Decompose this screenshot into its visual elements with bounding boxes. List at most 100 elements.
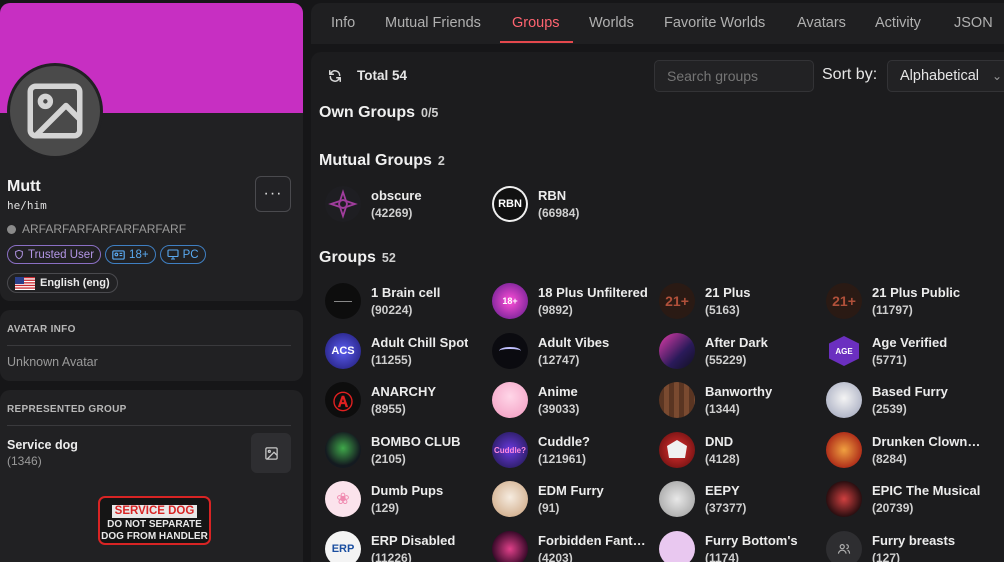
- pronouns: he/him: [7, 199, 47, 212]
- drunken-clown-group-icon: [826, 432, 862, 468]
- group-item[interactable]: EPIC The Musical (20739): [826, 479, 991, 519]
- divider: [7, 345, 291, 346]
- sort-label: Sort by:: [822, 66, 878, 83]
- group-item[interactable]: BOMBO CLUB (2105): [325, 430, 490, 470]
- tab-groups[interactable]: Groups: [512, 15, 560, 31]
- group-item[interactable]: EEPY (37377): [659, 479, 824, 519]
- group-item[interactable]: AGE Age Verified (5771): [826, 331, 991, 371]
- group-item[interactable]: After Dark (55229): [659, 331, 824, 371]
- forbidden-fantasy-group-icon: [492, 531, 528, 562]
- bombo-club-group-icon: [325, 432, 361, 468]
- anarchy-group-icon: Ⓐ: [325, 382, 361, 418]
- own-groups-heading: Own Groups 0/5: [319, 104, 439, 121]
- group-item[interactable]: 18+ 18 Plus Unfiltered (9892): [492, 281, 657, 321]
- users-icon: [826, 531, 862, 562]
- avatar-info-label: AVATAR INFO: [7, 324, 76, 335]
- brain-cell-group-icon: [325, 283, 361, 319]
- erp-disabled-group-icon: ERP: [325, 531, 361, 562]
- status-line: ARFARFARFARFARFARFARF: [7, 222, 186, 236]
- mutual-groups-heading: Mutual Groups 2: [319, 152, 445, 169]
- represented-group-label: REPRESENTED GROUP: [7, 404, 127, 415]
- user-name: Mutt: [7, 178, 41, 195]
- id-card-icon: [112, 249, 125, 260]
- tab-info[interactable]: Info: [331, 15, 355, 31]
- avatar[interactable]: [7, 63, 103, 159]
- group-item[interactable]: ACS Adult Chill Spot (11255): [325, 331, 490, 371]
- tab-activity[interactable]: Activity: [875, 15, 921, 31]
- adult-vibes-group-icon: [492, 333, 528, 369]
- tab-worlds[interactable]: Worlds: [589, 15, 634, 31]
- after-dark-group-icon: [659, 333, 695, 369]
- epic-musical-group-icon: [826, 481, 862, 517]
- language-chip: English (eng): [7, 273, 118, 293]
- shield-icon: [15, 249, 23, 260]
- group-item[interactable]: Furry Bottom's (1174): [659, 529, 824, 562]
- avatar-info-card: AVATAR INFO Unknown Avatar: [0, 310, 303, 381]
- avatar-name: Unknown Avatar: [7, 355, 98, 369]
- represented-group-name[interactable]: Service dog: [7, 438, 78, 452]
- furry-bottoms-group-icon: [659, 531, 695, 562]
- tab-json[interactable]: JSON: [954, 15, 993, 31]
- represented-group-card: REPRESENTED GROUP Service dog (1346) SER…: [0, 390, 303, 562]
- group-item[interactable]: Forbidden Fant… (4203): [492, 529, 657, 562]
- group-item[interactable]: Anime (39033): [492, 380, 657, 420]
- groups-heading: Groups 52: [319, 249, 396, 266]
- anime-group-icon: [492, 382, 528, 418]
- group-item[interactable]: 1 Brain cell (90224): [325, 281, 490, 321]
- group-item[interactable]: Banworthy (1344): [659, 380, 824, 420]
- group-item[interactable]: 21+ 21 Plus (5163): [659, 281, 824, 321]
- sort-select[interactable]: Alphabetical ⌄: [887, 60, 1004, 92]
- group-item[interactable]: DND (4128): [659, 430, 824, 470]
- group-item[interactable]: Cuddle? Cuddle? (121961): [492, 430, 657, 470]
- group-item[interactable]: ❀ Dumb Pups (129): [325, 479, 490, 519]
- us-flag-icon: [15, 276, 35, 290]
- view-image-button[interactable]: [251, 433, 291, 473]
- banworthy-group-icon: [659, 382, 695, 418]
- group-item[interactable]: ERP ERP Disabled (11226): [325, 529, 490, 562]
- represented-group-count: (1346): [7, 454, 42, 468]
- rbn-group-icon: RBN: [492, 186, 528, 222]
- image-placeholder-icon: [27, 83, 83, 139]
- group-item[interactable]: Furry breasts (127): [826, 529, 991, 562]
- trusted-user-badge: Trusted User: [7, 245, 102, 264]
- group-item[interactable]: Based Furry (2539): [826, 380, 991, 420]
- 21-plus-public-group-icon: 21+: [826, 283, 862, 319]
- cuddle-group-icon: Cuddle?: [492, 432, 528, 468]
- 21-plus-group-icon: 21+: [659, 283, 695, 319]
- groups-panel: Total 54 Sort by: Alphabetical ⌄ Own Gro…: [311, 52, 1004, 562]
- tab-avatars[interactable]: Avatars: [797, 15, 846, 31]
- edm-furry-group-icon: [492, 481, 528, 517]
- based-furry-group-icon: [826, 382, 862, 418]
- search-groups-input[interactable]: [654, 60, 814, 92]
- age-verified-group-icon: AGE: [826, 333, 862, 369]
- status-text: ARFARFARFARFARFARFARF: [22, 222, 187, 236]
- image-icon: [264, 446, 278, 460]
- adult-chill-spot-group-icon: ACS: [325, 333, 361, 369]
- paw-icon: ❀: [325, 481, 361, 517]
- group-item[interactable]: 21+ 21 Plus Public (11797): [826, 281, 991, 321]
- profile-card: Mutt he/him ··· ARFARFARFARFARFARFARF Tr…: [0, 3, 303, 301]
- status-dot-icon: [7, 224, 16, 234]
- divider: [7, 425, 291, 426]
- platform-badge: PC: [159, 245, 206, 264]
- dnd-group-icon: [659, 432, 695, 468]
- tab-favorite-worlds[interactable]: Favorite Worlds: [664, 15, 765, 31]
- group-item[interactable]: Drunken Clown… (8284): [826, 430, 991, 470]
- group-item[interactable]: RBN RBN (66984): [492, 184, 657, 224]
- badge-row: Trusted User 18+ PC: [7, 245, 206, 264]
- age-verified-badge: 18+: [105, 245, 156, 264]
- tab-bar: Info Mutual Friends Groups Worlds Favori…: [311, 3, 1004, 44]
- group-item[interactable]: obscure (42269): [325, 184, 490, 224]
- monitor-icon: [167, 249, 179, 260]
- obscure-group-icon: [325, 186, 361, 222]
- tab-mutual-friends[interactable]: Mutual Friends: [385, 15, 481, 31]
- service-dog-patch-image[interactable]: SERVICE DOG DO NOT SEPARATE DOG FROM HAN…: [98, 496, 211, 545]
- 18-plus-unfiltered-group-icon: 18+: [492, 283, 528, 319]
- group-item[interactable]: Ⓐ ANARCHY (8955): [325, 380, 490, 420]
- total-count: Total 54: [357, 68, 408, 83]
- refresh-icon[interactable]: [328, 69, 342, 83]
- group-item[interactable]: Adult Vibes (12747): [492, 331, 657, 371]
- group-item[interactable]: EDM Furry (91): [492, 479, 657, 519]
- active-tab-indicator: [500, 41, 573, 43]
- more-options-button[interactable]: ···: [255, 176, 291, 212]
